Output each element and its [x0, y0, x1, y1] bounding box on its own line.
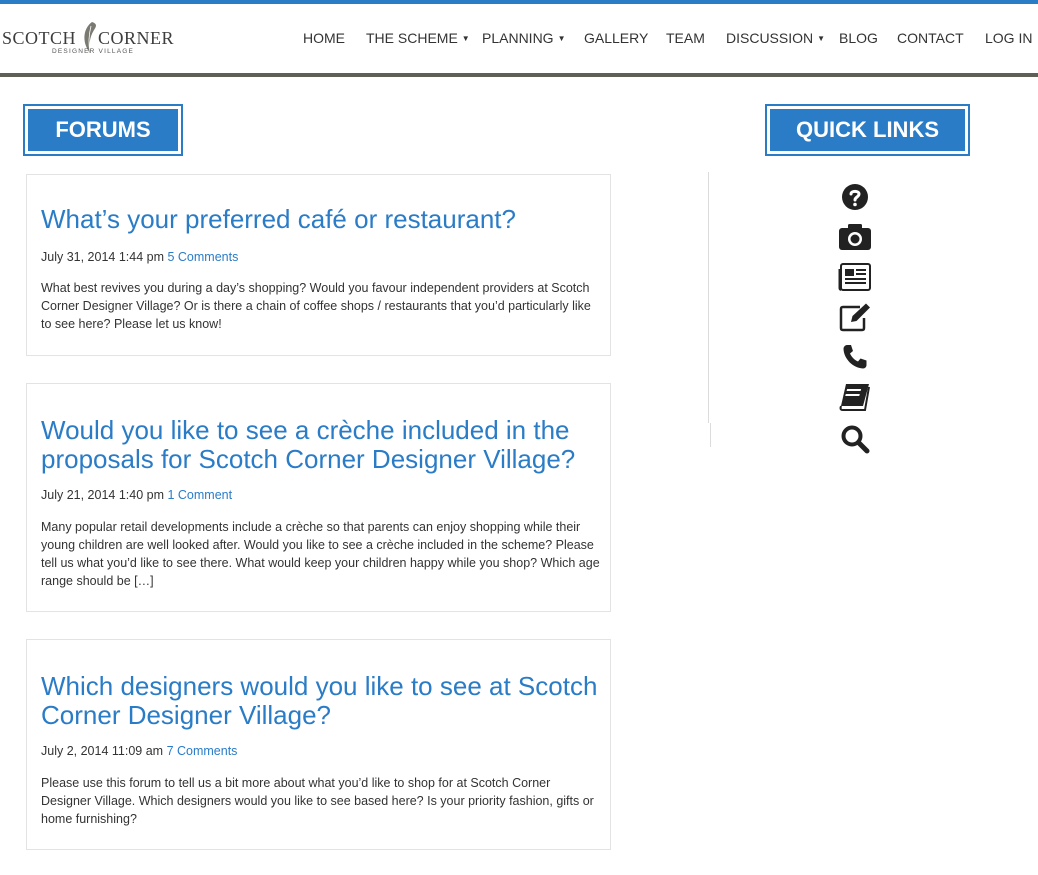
nav-log-in[interactable]: LOG IN: [985, 30, 1032, 46]
post-meta: July 31, 2014 1:44 pm 5 Comments: [41, 250, 238, 264]
post-title[interactable]: Would you like to see a crèche included …: [41, 416, 601, 474]
search-icon: [841, 425, 870, 454]
logo-tagline: DESIGNER VILLAGE: [52, 48, 135, 55]
quick-link-gallery[interactable]: [838, 222, 872, 252]
post-comments-link[interactable]: 1 Comment: [167, 488, 232, 502]
post-meta: July 21, 2014 1:40 pm 1 Comment: [41, 488, 232, 502]
post-excerpt: Many popular retail developments include…: [41, 520, 600, 588]
post-date: July 31, 2014 1:44 pm: [41, 250, 164, 264]
post-meta: July 2, 2014 11:09 am 7 Comments: [41, 744, 237, 758]
logo-word-corner: CORNER: [98, 28, 175, 48]
newspaper-icon: [838, 263, 871, 291]
post-date: July 2, 2014 11:09 am: [41, 744, 164, 758]
logo-word-scotch: SCOTCH: [2, 28, 77, 48]
caret-down-icon: ▼: [557, 34, 566, 43]
caret-down-icon: ▼: [461, 34, 470, 43]
nav-label: THE SCHEME: [366, 30, 458, 46]
forums-heading: FORUMS: [23, 104, 183, 156]
nav-label: DISCUSSION: [726, 30, 814, 46]
nav-home[interactable]: HOME: [303, 30, 345, 46]
nav-label: LOG IN: [985, 30, 1033, 46]
quick-link-help[interactable]: [838, 182, 872, 212]
quick-link-search[interactable]: [838, 424, 872, 454]
quick-link-contact[interactable]: [838, 342, 872, 372]
quick-link-news[interactable]: [838, 262, 872, 292]
nav-label: PLANNING: [482, 30, 554, 46]
forum-post-card: Which designers would you like to see at…: [26, 639, 611, 850]
post-comments-link[interactable]: 7 Comments: [167, 744, 238, 758]
quick-link-discussion[interactable]: [838, 302, 872, 332]
forum-post-card: What’s your preferred café or restaurant…: [26, 174, 611, 356]
post-comments-link[interactable]: 5 Comments: [167, 250, 238, 264]
nav-label: BLOG: [839, 30, 878, 46]
quick-links-heading: QUICK LINKS: [765, 104, 970, 156]
post-date: July 21, 2014 1:40 pm: [41, 488, 164, 502]
sidebar-divider: [708, 172, 709, 423]
nav-label: HOME: [303, 30, 345, 46]
nav-label: CONTACT: [897, 30, 964, 46]
quick-link-blog[interactable]: [838, 382, 872, 412]
site-logo[interactable]: SCOTCH CORNER DESIGNER VILLAGE: [2, 20, 182, 65]
nav-the-scheme[interactable]: THE SCHEME ▼: [366, 30, 470, 46]
header-divider: [0, 73, 1038, 77]
post-excerpt: What best revives you during a day’s sho…: [41, 281, 591, 331]
nav-gallery[interactable]: GALLERY: [584, 30, 648, 46]
book-icon: [839, 384, 870, 411]
nav-team[interactable]: TEAM: [666, 30, 705, 46]
nav-planning[interactable]: PLANNING ▼: [482, 30, 566, 46]
forum-post-card: Would you like to see a crèche included …: [26, 383, 611, 612]
nav-label: TEAM: [666, 30, 705, 46]
caret-down-icon: ▼: [817, 34, 826, 43]
nav-blog[interactable]: BLOG: [839, 30, 878, 46]
nav-discussion[interactable]: DISCUSSION ▼: [726, 30, 825, 46]
post-title[interactable]: What’s your preferred café or restaurant…: [41, 205, 601, 234]
sidebar-divider-tail: [710, 423, 711, 447]
post-excerpt: Please use this forum to tell us a bit m…: [41, 776, 594, 826]
nav-contact[interactable]: CONTACT: [897, 30, 964, 46]
camera-icon: [839, 224, 871, 250]
nav-label: GALLERY: [584, 30, 649, 46]
question-circle-icon: [842, 184, 868, 210]
site-header: SCOTCH CORNER DESIGNER VILLAGE HOME THE …: [0, 4, 1038, 73]
edit-icon: [839, 303, 870, 332]
phone-icon: [843, 345, 867, 369]
post-title[interactable]: Which designers would you like to see at…: [41, 672, 601, 730]
